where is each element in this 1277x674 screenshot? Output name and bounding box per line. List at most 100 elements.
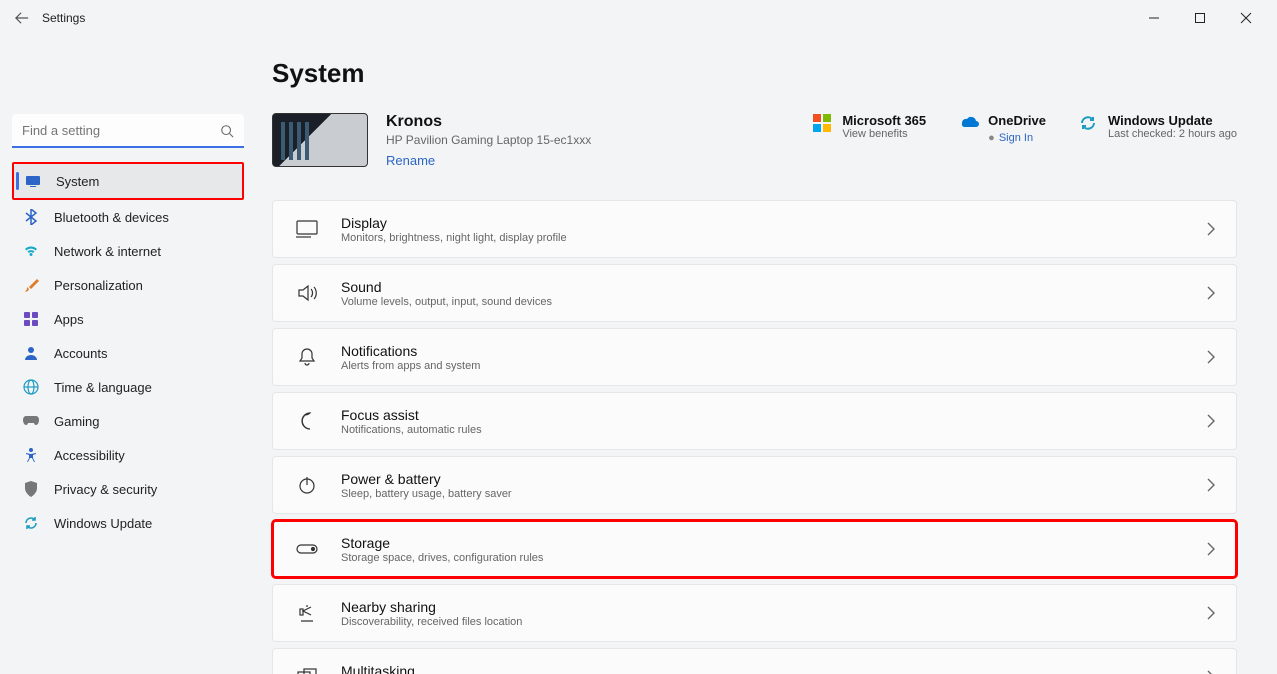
nav-label: Accessibility [54, 448, 125, 463]
status-sub: View benefits [842, 128, 926, 140]
device-thumbnail [272, 113, 368, 167]
rename-link[interactable]: Rename [386, 153, 435, 168]
nav-label: Apps [54, 312, 84, 327]
nav-item-system[interactable]: System [14, 164, 242, 198]
highlight-system: System [12, 162, 244, 200]
nav-item-gaming[interactable]: Gaming [12, 404, 244, 438]
apps-icon [22, 310, 40, 328]
card-sub: Storage space, drives, configuration rul… [341, 552, 1206, 564]
card-sub: Sleep, battery usage, battery saver [341, 488, 1206, 500]
chevron-right-icon [1206, 286, 1216, 300]
chevron-right-icon [1206, 350, 1216, 364]
nav-item-accounts[interactable]: Accounts [12, 336, 244, 370]
status-strip: Microsoft 365 View benefits OneDrive ●Si… [812, 113, 1237, 146]
windows-update-icon [1078, 113, 1098, 133]
status-sub: Last checked: 2 hours ago [1108, 128, 1237, 140]
nav-item-network[interactable]: Network & internet [12, 234, 244, 268]
card-sound[interactable]: Sound Volume levels, output, input, soun… [272, 264, 1237, 322]
power-icon [293, 475, 321, 495]
maximize-button[interactable] [1177, 2, 1223, 34]
nav-label: System [56, 174, 99, 189]
update-icon [22, 514, 40, 532]
card-title: Storage [341, 535, 1206, 551]
nav-label: Bluetooth & devices [54, 210, 169, 225]
device-name: Kronos [386, 113, 666, 131]
storage-icon [293, 542, 321, 556]
card-notifications[interactable]: Notifications Alerts from apps and syste… [272, 328, 1237, 386]
window-controls [1131, 2, 1269, 34]
nav-item-privacy[interactable]: Privacy & security [12, 472, 244, 506]
status-title: OneDrive [988, 113, 1046, 128]
nav-list: System Bluetooth & devices Network & int… [12, 162, 244, 540]
status-onedrive[interactable]: OneDrive ●Sign In [958, 113, 1046, 146]
chevron-right-icon [1206, 542, 1216, 556]
back-button[interactable] [8, 4, 36, 32]
nav-label: Personalization [54, 278, 143, 293]
multitask-icon [293, 668, 321, 674]
device-model: HP Pavilion Gaming Laptop 15-ec1xxx [386, 133, 666, 147]
nav-item-personalization[interactable]: Personalization [12, 268, 244, 302]
minimize-button[interactable] [1131, 2, 1177, 34]
card-sub: Volume levels, output, input, sound devi… [341, 296, 1206, 308]
person-icon [22, 344, 40, 362]
card-power-battery[interactable]: Power & battery Sleep, battery usage, ba… [272, 456, 1237, 514]
paintbrush-icon [22, 276, 40, 294]
wifi-icon [22, 242, 40, 260]
nav-label: Time & language [54, 380, 152, 395]
card-nearby-sharing[interactable]: Nearby sharing Discoverability, received… [272, 584, 1237, 642]
main-content: System Kronos HP Pavilion Gaming Laptop … [256, 36, 1277, 674]
bluetooth-icon [22, 208, 40, 226]
nav-label: Gaming [54, 414, 100, 429]
onedrive-icon [958, 113, 978, 133]
settings-cards: Display Monitors, brightness, night ligh… [272, 200, 1237, 674]
chevron-right-icon [1206, 606, 1216, 620]
search-input[interactable] [12, 114, 244, 148]
page-title: System [272, 58, 1237, 89]
nav-label: Accounts [54, 346, 107, 361]
window-title: Settings [42, 11, 85, 25]
nav-item-time-language[interactable]: Time & language [12, 370, 244, 404]
globe-icon [22, 378, 40, 396]
status-title: Microsoft 365 [842, 113, 926, 128]
nav-label: Privacy & security [54, 482, 157, 497]
card-display[interactable]: Display Monitors, brightness, night ligh… [272, 200, 1237, 258]
nav-item-windows-update[interactable]: Windows Update [12, 506, 244, 540]
accessibility-icon [22, 446, 40, 464]
card-title: Focus assist [341, 407, 1206, 423]
chevron-right-icon [1206, 670, 1216, 674]
status-windows-update[interactable]: Windows Update Last checked: 2 hours ago [1078, 113, 1237, 146]
card-sub: Notifications, automatic rules [341, 424, 1206, 436]
nav-label: Network & internet [54, 244, 161, 259]
nav-item-bluetooth[interactable]: Bluetooth & devices [12, 200, 244, 234]
card-title: Display [341, 215, 1206, 231]
m365-icon [812, 113, 832, 133]
chevron-right-icon [1206, 222, 1216, 236]
card-title: Nearby sharing [341, 599, 1206, 615]
card-sub: Alerts from apps and system [341, 360, 1206, 372]
sound-icon [293, 284, 321, 302]
nav-label: Windows Update [54, 516, 152, 531]
search-icon [220, 124, 234, 138]
card-title: Power & battery [341, 471, 1206, 487]
card-sub: Discoverability, received files location [341, 616, 1206, 628]
card-title: Notifications [341, 343, 1206, 359]
device-info: Kronos HP Pavilion Gaming Laptop 15-ec1x… [386, 113, 666, 170]
moon-icon [293, 411, 321, 431]
status-m365[interactable]: Microsoft 365 View benefits [812, 113, 926, 146]
gamepad-icon [22, 412, 40, 430]
card-title: Sound [341, 279, 1206, 295]
search-field[interactable] [12, 114, 244, 148]
display-icon [293, 220, 321, 238]
sidebar: System Bluetooth & devices Network & int… [0, 36, 256, 674]
nav-item-accessibility[interactable]: Accessibility [12, 438, 244, 472]
share-icon [293, 603, 321, 623]
card-focus-assist[interactable]: Focus assist Notifications, automatic ru… [272, 392, 1237, 450]
titlebar: Settings [0, 0, 1277, 36]
nav-item-apps[interactable]: Apps [12, 302, 244, 336]
onedrive-signin-link[interactable]: Sign In [999, 132, 1033, 144]
status-title: Windows Update [1108, 113, 1237, 128]
card-storage[interactable]: Storage Storage space, drives, configura… [272, 520, 1237, 578]
card-multitasking[interactable]: Multitasking Snap windows, desktops, tas… [272, 648, 1237, 674]
close-button[interactable] [1223, 2, 1269, 34]
chevron-right-icon [1206, 414, 1216, 428]
